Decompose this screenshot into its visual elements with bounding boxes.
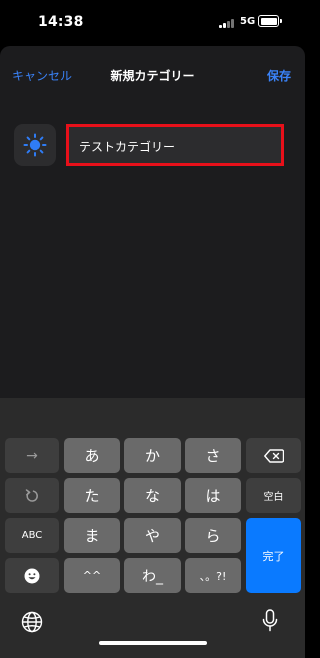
key-ka[interactable]: か <box>124 438 181 473</box>
key-ta[interactable]: た <box>64 478 120 513</box>
microphone-icon <box>262 609 278 632</box>
key-wa[interactable]: わ_ <box>124 558 181 593</box>
category-icon-button[interactable] <box>14 124 56 166</box>
dictation-button[interactable] <box>262 609 278 637</box>
japanese-keyboard: → あ か さ た な は 空白 ABC ま や ら 完了 ^^ わ_ 、。?! <box>0 398 305 658</box>
key-sa[interactable]: さ <box>185 438 241 473</box>
screen: 14:38 5G キャンセル 新規カテゴリー 保存 テストカテゴリー → あ か… <box>0 0 305 658</box>
key-ma[interactable]: ま <box>64 518 120 553</box>
category-name-field[interactable]: テストカテゴリー <box>66 124 284 166</box>
undo-key[interactable] <box>5 478 59 513</box>
battery-icon <box>258 15 282 27</box>
signal-icon <box>219 18 237 28</box>
page-title: 新規カテゴリー <box>110 69 195 83</box>
nav-bar: キャンセル 新規カテゴリー 保存 <box>0 46 305 104</box>
abc-key[interactable]: ABC <box>5 518 59 553</box>
backspace-icon <box>263 448 284 463</box>
key-ha[interactable]: は <box>185 478 241 513</box>
save-button[interactable]: 保存 <box>267 67 291 84</box>
space-key[interactable]: 空白 <box>246 478 301 513</box>
undo-icon <box>25 488 38 502</box>
key-kaomoji[interactable]: ^^ <box>64 558 120 593</box>
globe-icon <box>21 611 43 633</box>
emoji-key[interactable] <box>5 558 59 593</box>
status-bar: 14:38 5G <box>0 0 305 44</box>
emoji-icon <box>24 568 40 583</box>
globe-button[interactable] <box>21 611 43 637</box>
key-ya[interactable]: や <box>124 518 181 553</box>
backspace-key[interactable] <box>246 438 301 473</box>
home-indicator <box>99 641 207 645</box>
status-time: 14:38 <box>38 14 84 30</box>
network-label: 5G <box>240 16 256 27</box>
key-ra[interactable]: ら <box>185 518 241 553</box>
key-arrow-right[interactable]: → <box>5 438 59 473</box>
key-na[interactable]: な <box>124 478 181 513</box>
category-name-value: テストカテゴリー <box>79 140 176 154</box>
sun-icon <box>23 133 47 157</box>
key-punctuation[interactable]: 、。?! <box>185 558 241 593</box>
new-category-sheet: キャンセル 新規カテゴリー 保存 テストカテゴリー → あ か さ た な は … <box>0 46 305 658</box>
done-key[interactable]: 完了 <box>246 518 301 593</box>
key-a[interactable]: あ <box>64 438 120 473</box>
